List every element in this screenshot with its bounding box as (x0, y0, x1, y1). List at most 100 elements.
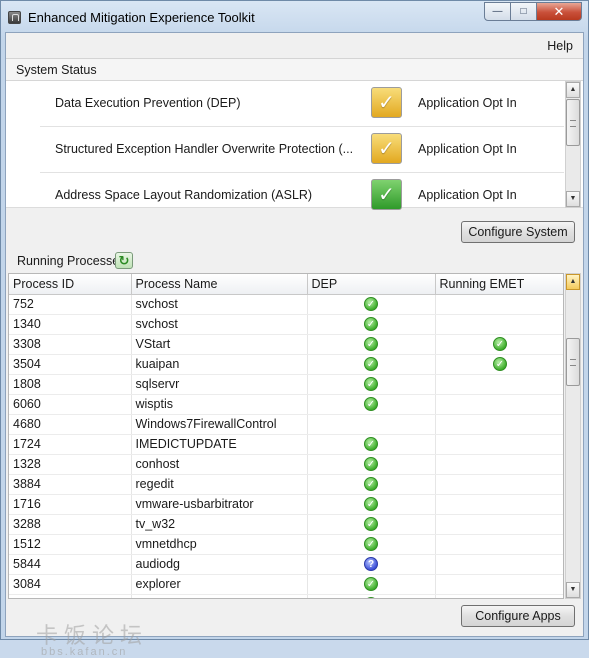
running-emet-cell (435, 454, 563, 475)
status-row-dep: Data Execution Prevention (DEP) ✓ Applic… (40, 81, 564, 127)
table-row[interactable]: 3288 tv_w32 ✓ (9, 514, 563, 535)
question-icon: ? (364, 557, 378, 572)
process-id-cell: 1328 (9, 454, 132, 475)
title-bar[interactable]: Enhanced Mitigation Experience Toolkit —… (1, 1, 588, 33)
green-check-icon: ✓ (493, 357, 507, 372)
scroll-down-arrow-icon[interactable]: ▼ (566, 582, 580, 598)
process-id-cell: 3308 (9, 334, 132, 355)
green-check-icon: ✓ (364, 337, 378, 352)
process-name-cell: IMEDICTUPDATE (131, 434, 308, 455)
process-name-cell: conhost (131, 454, 308, 475)
process-id-cell: 752 (9, 294, 132, 315)
green-check-icon: ✓ (364, 497, 378, 512)
status-row-sehop: Structured Exception Handler Overwrite P… (40, 127, 564, 173)
running-processes-header: Running Processe ↻ (6, 249, 583, 271)
menu-bar: Help (6, 33, 583, 59)
configure-apps-button[interactable]: Configure Apps (461, 605, 575, 627)
process-name-cell: vmnetdhcp (131, 534, 308, 555)
table-row[interactable]: 1716 vmware-usbarbitrator ✓ (9, 494, 563, 515)
maximize-button[interactable]: □ (510, 2, 537, 21)
dep-cell: ✓ (307, 574, 436, 595)
dep-cell: ✓ (307, 534, 436, 555)
status-name: Data Execution Prevention (DEP) (55, 96, 241, 110)
green-check-icon: ✓ (364, 577, 378, 592)
status-scrollbar[interactable]: ▲ ▼ (565, 81, 581, 208)
yellow-check-icon: ✓ (371, 87, 402, 118)
dep-cell: ✓ (307, 434, 436, 455)
process-id-cell: 1340 (9, 314, 132, 335)
green-check-icon: ✓ (364, 377, 378, 392)
table-row[interactable]: 4064vmware-vmrc ✓ (9, 594, 563, 598)
system-status-header: System Status (6, 59, 583, 81)
table-row[interactable]: 1724 IMEDICTUPDATE ✓ (9, 434, 563, 455)
table-row[interactable]: 4680 Windows7FirewallControl (9, 414, 563, 435)
table-row[interactable]: 3504 kuaipan ✓ ✓ (9, 354, 563, 375)
dep-cell: ✓ (307, 354, 436, 375)
column-header-running-emet[interactable]: Running EMET (435, 274, 563, 295)
status-value: Application Opt In (418, 188, 517, 202)
configure-system-button[interactable]: Configure System (461, 221, 575, 243)
table-row[interactable]: 1340 svchost ✓ (9, 314, 563, 335)
table-row[interactable]: 752 svchost ✓ (9, 294, 563, 315)
running-emet-cell (435, 494, 563, 515)
close-button[interactable]: ✕ (536, 2, 582, 21)
status-row-aslr: Address Space Layout Randomization (ASLR… (40, 173, 564, 219)
table-row[interactable]: 1808 sqlservr ✓ (9, 374, 563, 395)
dep-cell: ✓ (307, 334, 436, 355)
status-value: Application Opt In (418, 96, 517, 110)
running-emet-cell (435, 554, 563, 575)
table-row[interactable]: 3884 regedit ✓ (9, 474, 563, 495)
refresh-icon[interactable]: ↻ (115, 252, 133, 269)
process-name-cell: Windows7FirewallControl (131, 414, 308, 435)
green-check-icon: ✓ (364, 317, 378, 332)
table-row[interactable]: 3308 VStart ✓ ✓ (9, 334, 563, 355)
process-name-cell: audiodg (131, 554, 308, 575)
yellow-check-icon: ✓ (371, 133, 402, 164)
status-value: Application Opt In (418, 142, 517, 156)
dep-cell: ✓ (307, 474, 436, 495)
running-emet-cell (435, 294, 563, 315)
table-row[interactable]: 1328 conhost ✓ (9, 454, 563, 475)
app-lock-icon (8, 11, 21, 24)
process-id-cell: 4064 (9, 594, 132, 598)
status-name: Structured Exception Handler Overwrite P… (55, 142, 354, 156)
minimize-button[interactable]: — (484, 2, 511, 21)
table-row[interactable]: 5844 audiodg? (9, 554, 563, 575)
column-header-process-name[interactable]: Process Name (131, 274, 308, 295)
process-id-cell: 3884 (9, 474, 132, 495)
green-check-icon: ✓ (364, 597, 378, 598)
scroll-up-arrow-icon[interactable]: ▲ (566, 274, 580, 290)
table-row[interactable]: 6060 wisptis ✓ (9, 394, 563, 415)
process-name-cell: vmware-usbarbitrator (131, 494, 308, 515)
process-name-cell: wisptis (131, 394, 308, 415)
column-header-dep[interactable]: DEP (307, 274, 436, 295)
running-emet-cell (435, 514, 563, 535)
client-area: Help System Status Data Execution Preven… (5, 32, 584, 658)
green-check-icon: ✓ (364, 457, 378, 472)
scroll-thumb[interactable] (566, 99, 580, 146)
watermark-text: 卡饭论坛 (36, 623, 149, 648)
menu-help[interactable]: Help (547, 39, 573, 53)
running-emet-cell (435, 374, 563, 395)
column-header-process-id[interactable]: Process ID (9, 274, 132, 295)
dep-cell: ✓ (307, 374, 436, 395)
running-emet-cell (435, 314, 563, 335)
running-emet-cell (435, 434, 563, 455)
table-row[interactable]: 3084 explorer ✓ (9, 574, 563, 595)
process-id-cell: 3084 (9, 574, 132, 595)
dep-cell: ✓ (307, 394, 436, 415)
green-check-icon: ✓ (371, 179, 402, 210)
process-name-cell: VStart (131, 334, 308, 355)
green-check-icon: ✓ (364, 477, 378, 492)
table-row[interactable]: 1512 vmnetdhcp ✓ (9, 534, 563, 555)
process-scrollbar[interactable]: ▲ ▼ (565, 273, 581, 599)
dep-cell (307, 414, 436, 435)
dep-cell: ✓ (307, 454, 436, 475)
scroll-down-arrow-icon[interactable]: ▼ (566, 191, 580, 207)
scroll-up-arrow-icon[interactable]: ▲ (566, 82, 580, 98)
running-emet-cell: ✓ (435, 334, 563, 355)
scroll-thumb[interactable] (566, 338, 580, 386)
watermark-url: bbs.kafan.cn (41, 646, 128, 658)
green-check-icon: ✓ (364, 537, 378, 552)
system-status-panel: Data Execution Prevention (DEP) ✓ Applic… (6, 81, 583, 210)
